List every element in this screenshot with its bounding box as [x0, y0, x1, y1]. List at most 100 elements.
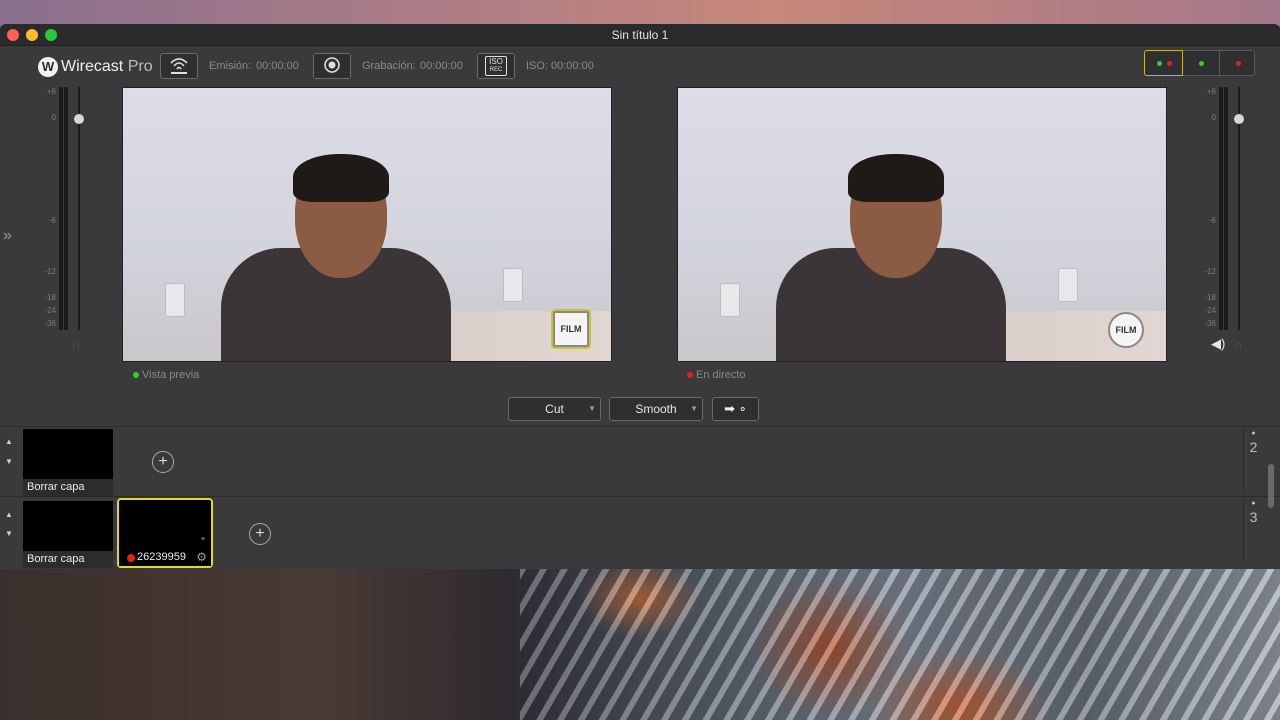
layout-live-only-button[interactable]: [1220, 51, 1257, 75]
layout-preview-only-button[interactable]: [1183, 51, 1220, 75]
film-logo-overlay[interactable]: FILM: [551, 309, 591, 349]
stream-button[interactable]: [160, 53, 198, 79]
iso-badge-top: ISO: [489, 57, 503, 66]
iso-badge-bottom: REC: [489, 67, 503, 73]
preview-monitor[interactable]: FILM: [122, 87, 612, 362]
wall-outlet: [165, 283, 185, 317]
layer-row-3: ▲ ▼ Borrar capa 26239959 ⚙ ≡ + ● 3: [0, 496, 1280, 569]
meter-tick: -24: [1204, 306, 1216, 315]
level-bar: [64, 87, 68, 330]
gear-icon[interactable]: ⚙: [196, 550, 207, 564]
title-bar: Sin título 1: [0, 24, 1280, 46]
transition-2-value: Smooth: [635, 402, 677, 416]
brand-edition: Pro: [127, 58, 153, 75]
wirecast-logo-icon: W: [38, 57, 58, 77]
level-bar: [1224, 87, 1228, 330]
add-shot-button[interactable]: +: [249, 523, 271, 545]
meter-tick: -18: [1204, 293, 1216, 302]
meter-tick: -36: [44, 319, 56, 328]
preview-label: Vista previa: [133, 369, 199, 381]
iso-badge-icon: ISO REC: [485, 56, 507, 76]
desktop-wallpaper-top: [0, 0, 1280, 26]
app-window: Sin título 1 W Wirecast Pro Emisión: 00:…: [0, 24, 1280, 569]
layer-up-arrow-icon[interactable]: ▲: [5, 510, 13, 519]
expand-sidebar-icon[interactable]: »: [3, 227, 12, 245]
layer-down-arrow-icon[interactable]: ▼: [5, 457, 13, 466]
stack-icon: ≡: [200, 536, 205, 543]
shot-selected[interactable]: 26239959 ⚙ ≡: [117, 498, 213, 568]
person-hair: [293, 154, 389, 202]
meter-tick: 0: [51, 113, 56, 122]
shot-label: Borrar capa: [23, 479, 113, 496]
meter-tick: +6: [46, 87, 56, 96]
emission-label: Emisión:: [209, 60, 252, 72]
layout-preview-live-button[interactable]: [1144, 50, 1183, 76]
preview-status-icon: [133, 372, 139, 378]
meter-tick: -12: [44, 267, 56, 276]
app-brand: Wirecast Pro: [61, 58, 153, 76]
level-bar: [59, 87, 63, 330]
broadcast-icon: [170, 58, 188, 74]
live-label-text: En directo: [696, 369, 746, 381]
layers-scrollbar[interactable]: [1268, 464, 1274, 508]
layer-number: ● 3: [1243, 499, 1263, 561]
meter-tick: -18: [44, 293, 56, 302]
speaker-icon[interactable]: ◀): [1211, 336, 1225, 352]
live-monitor[interactable]: FILM: [677, 87, 1167, 362]
preview-label-text: Vista previa: [142, 369, 200, 381]
volume-fader-knob[interactable]: [74, 114, 84, 124]
desktop-wallpaper-mountains: [520, 568, 1280, 720]
meter-tick: -36: [1204, 319, 1216, 328]
iso-label: ISO:: [526, 60, 549, 72]
film-logo-overlay: FILM: [1108, 312, 1144, 348]
layout-toggle: [1144, 50, 1255, 76]
recording-time: 00:00:00: [420, 60, 463, 72]
layer-up-arrow-icon[interactable]: ▲: [5, 437, 13, 446]
layer-number-text: 3: [1249, 509, 1258, 525]
meter-tick: 0: [1211, 113, 1216, 122]
meter-tick: +6: [1206, 87, 1216, 96]
meter-tick: -6: [1208, 216, 1216, 225]
live-tally-icon: [1167, 61, 1172, 66]
layer-number-text: 2: [1249, 439, 1258, 455]
layer-down-arrow-icon[interactable]: ▼: [5, 529, 13, 538]
record-button[interactable]: [313, 53, 351, 79]
transition-2-select[interactable]: Smooth ▼: [609, 397, 703, 421]
preview-only-icon: [1199, 61, 1204, 66]
volume-fader-knob[interactable]: [1234, 114, 1244, 124]
go-transition-button[interactable]: ➡ ∘: [712, 397, 759, 421]
shot-label: Borrar capa: [23, 551, 113, 568]
live-label: En directo: [687, 369, 746, 381]
brand-name: Wirecast: [61, 58, 124, 75]
emission-time: 00:00:00: [256, 60, 299, 72]
add-shot-button[interactable]: +: [152, 451, 174, 473]
toolbar: W Wirecast Pro Emisión: 00:00:00 Grabaci…: [0, 46, 1280, 86]
wall-outlet: [503, 268, 523, 302]
layer-number: ● 2: [1243, 429, 1263, 491]
live-only-icon: [1236, 61, 1241, 66]
recording-label: Grabación:: [362, 60, 416, 72]
record-icon: [324, 57, 340, 73]
layer-row-2: ▲ ▼ Borrar capa + ● 2: [0, 426, 1280, 496]
level-bar: [1219, 87, 1223, 330]
transition-1-value: Cut: [545, 402, 564, 416]
shot-clear-layer[interactable]: Borrar capa: [23, 501, 113, 568]
preview-tally-icon: [1157, 61, 1162, 66]
headphones-icon[interactable]: ∩: [72, 338, 81, 352]
window-title: Sin título 1: [611, 28, 669, 42]
meter-tick: -12: [1204, 267, 1216, 276]
layer-dot-icon: ●: [1251, 500, 1256, 507]
person-hair: [848, 154, 944, 202]
live-status-icon: [687, 372, 693, 378]
iso-record-button[interactable]: ISO REC: [477, 53, 515, 79]
wall-outlet: [720, 283, 740, 317]
transition-1-select[interactable]: Cut ▼: [508, 397, 601, 421]
meter-tick: -6: [48, 216, 56, 225]
wall-outlet: [1058, 268, 1078, 302]
iso-time: 00:00:00: [551, 60, 594, 72]
headphones-icon[interactable]: ∩: [1234, 338, 1243, 352]
layer-dot-icon: ●: [1251, 430, 1256, 437]
shot-clear-layer[interactable]: Borrar capa: [23, 429, 113, 496]
live-record-dot-icon: [127, 554, 135, 562]
chevron-down-icon: ▼: [588, 404, 596, 413]
